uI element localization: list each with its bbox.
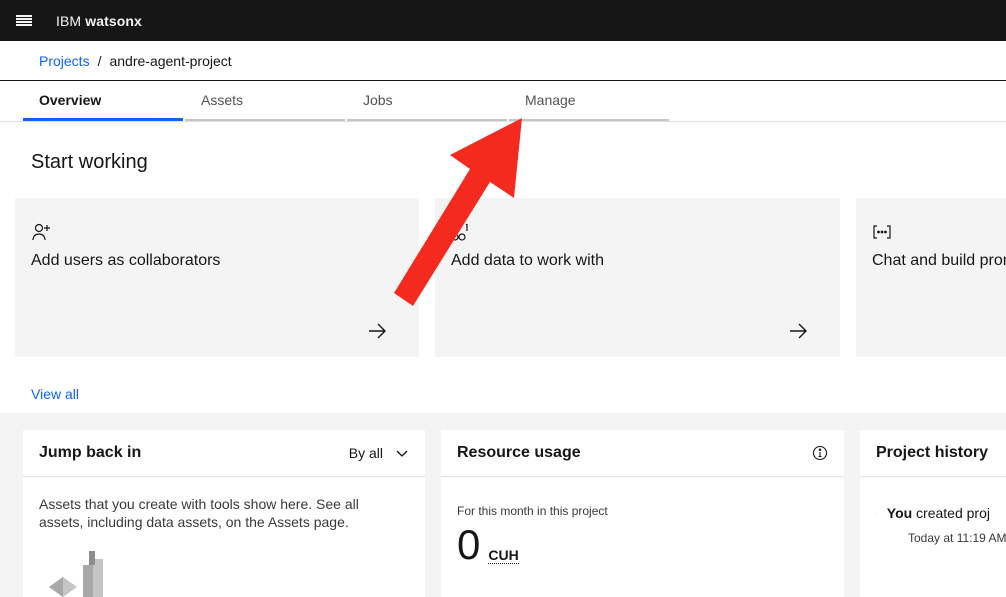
arrow-right-icon [790,323,807,339]
usage-unit[interactable]: CUH [488,547,519,564]
brand-prefix: IBM [56,12,82,29]
empty-state-text: Assets that you create with tools show h… [39,496,359,530]
card-title: Jump back in [39,444,142,461]
tile-chat-build[interactable]: Chat and build prom [856,198,1006,357]
tab-list: Overview Assets Jobs Manage [23,81,671,121]
start-working-title: Start working [31,151,148,173]
tile-add-collaborators[interactable]: Add users as collaborators [15,198,419,357]
tile-label: Add users as collaborators [31,252,221,269]
card-title: Resource usage [457,444,581,461]
usage-caption: For this month in this project [457,504,608,518]
brand-logo[interactable]: IBM watsonx [56,13,142,29]
breadcrumb-current: andre-agent-project [109,53,232,69]
project-history-card: Project history You created proj Today a… [860,430,1006,597]
history-actor: You [886,505,913,521]
info-icon[interactable] [812,445,828,461]
top-nav-bar: IBM watsonx [0,0,1006,41]
jump-back-in-card: Jump back in By all Assets that you crea… [23,430,425,597]
filter-value: By all [348,445,383,461]
view-all-link[interactable]: View all [31,386,79,402]
empty-state-illustration [49,551,103,597]
history-time: Today at 11:19 AM [908,531,1006,545]
history-item: You created proj [876,505,990,521]
card-title: Project history [876,444,989,461]
arrow-right-icon [369,323,386,339]
data-icon [451,223,468,241]
resource-usage-card: Resource usage For this month in this pr… [441,430,844,597]
brand-name: watsonx [85,12,142,29]
breadcrumb: Projects / andre-agent-project [39,53,232,69]
code-brackets-icon [873,225,891,239]
tile-add-data[interactable]: Add data to work with [435,198,840,357]
breadcrumb-projects-link[interactable]: Projects [39,53,90,69]
tab-manage[interactable]: Manage [509,81,669,121]
filter-dropdown[interactable]: By all [349,445,409,461]
history-action: created proj [912,505,990,521]
user-icon [876,512,877,514]
tab-overview[interactable]: Overview [23,81,183,121]
tabs-divider [0,121,1006,122]
tile-label: Chat and build prom [872,252,1006,269]
usage-value: 0 [457,521,481,568]
tab-assets[interactable]: Assets [185,81,345,121]
chevron-down-icon [396,450,408,457]
tile-label: Add data to work with [451,252,604,269]
breadcrumb-separator: / [97,53,102,69]
menu-icon[interactable] [16,14,32,27]
tab-jobs[interactable]: Jobs [347,81,507,121]
add-user-icon [32,223,50,241]
